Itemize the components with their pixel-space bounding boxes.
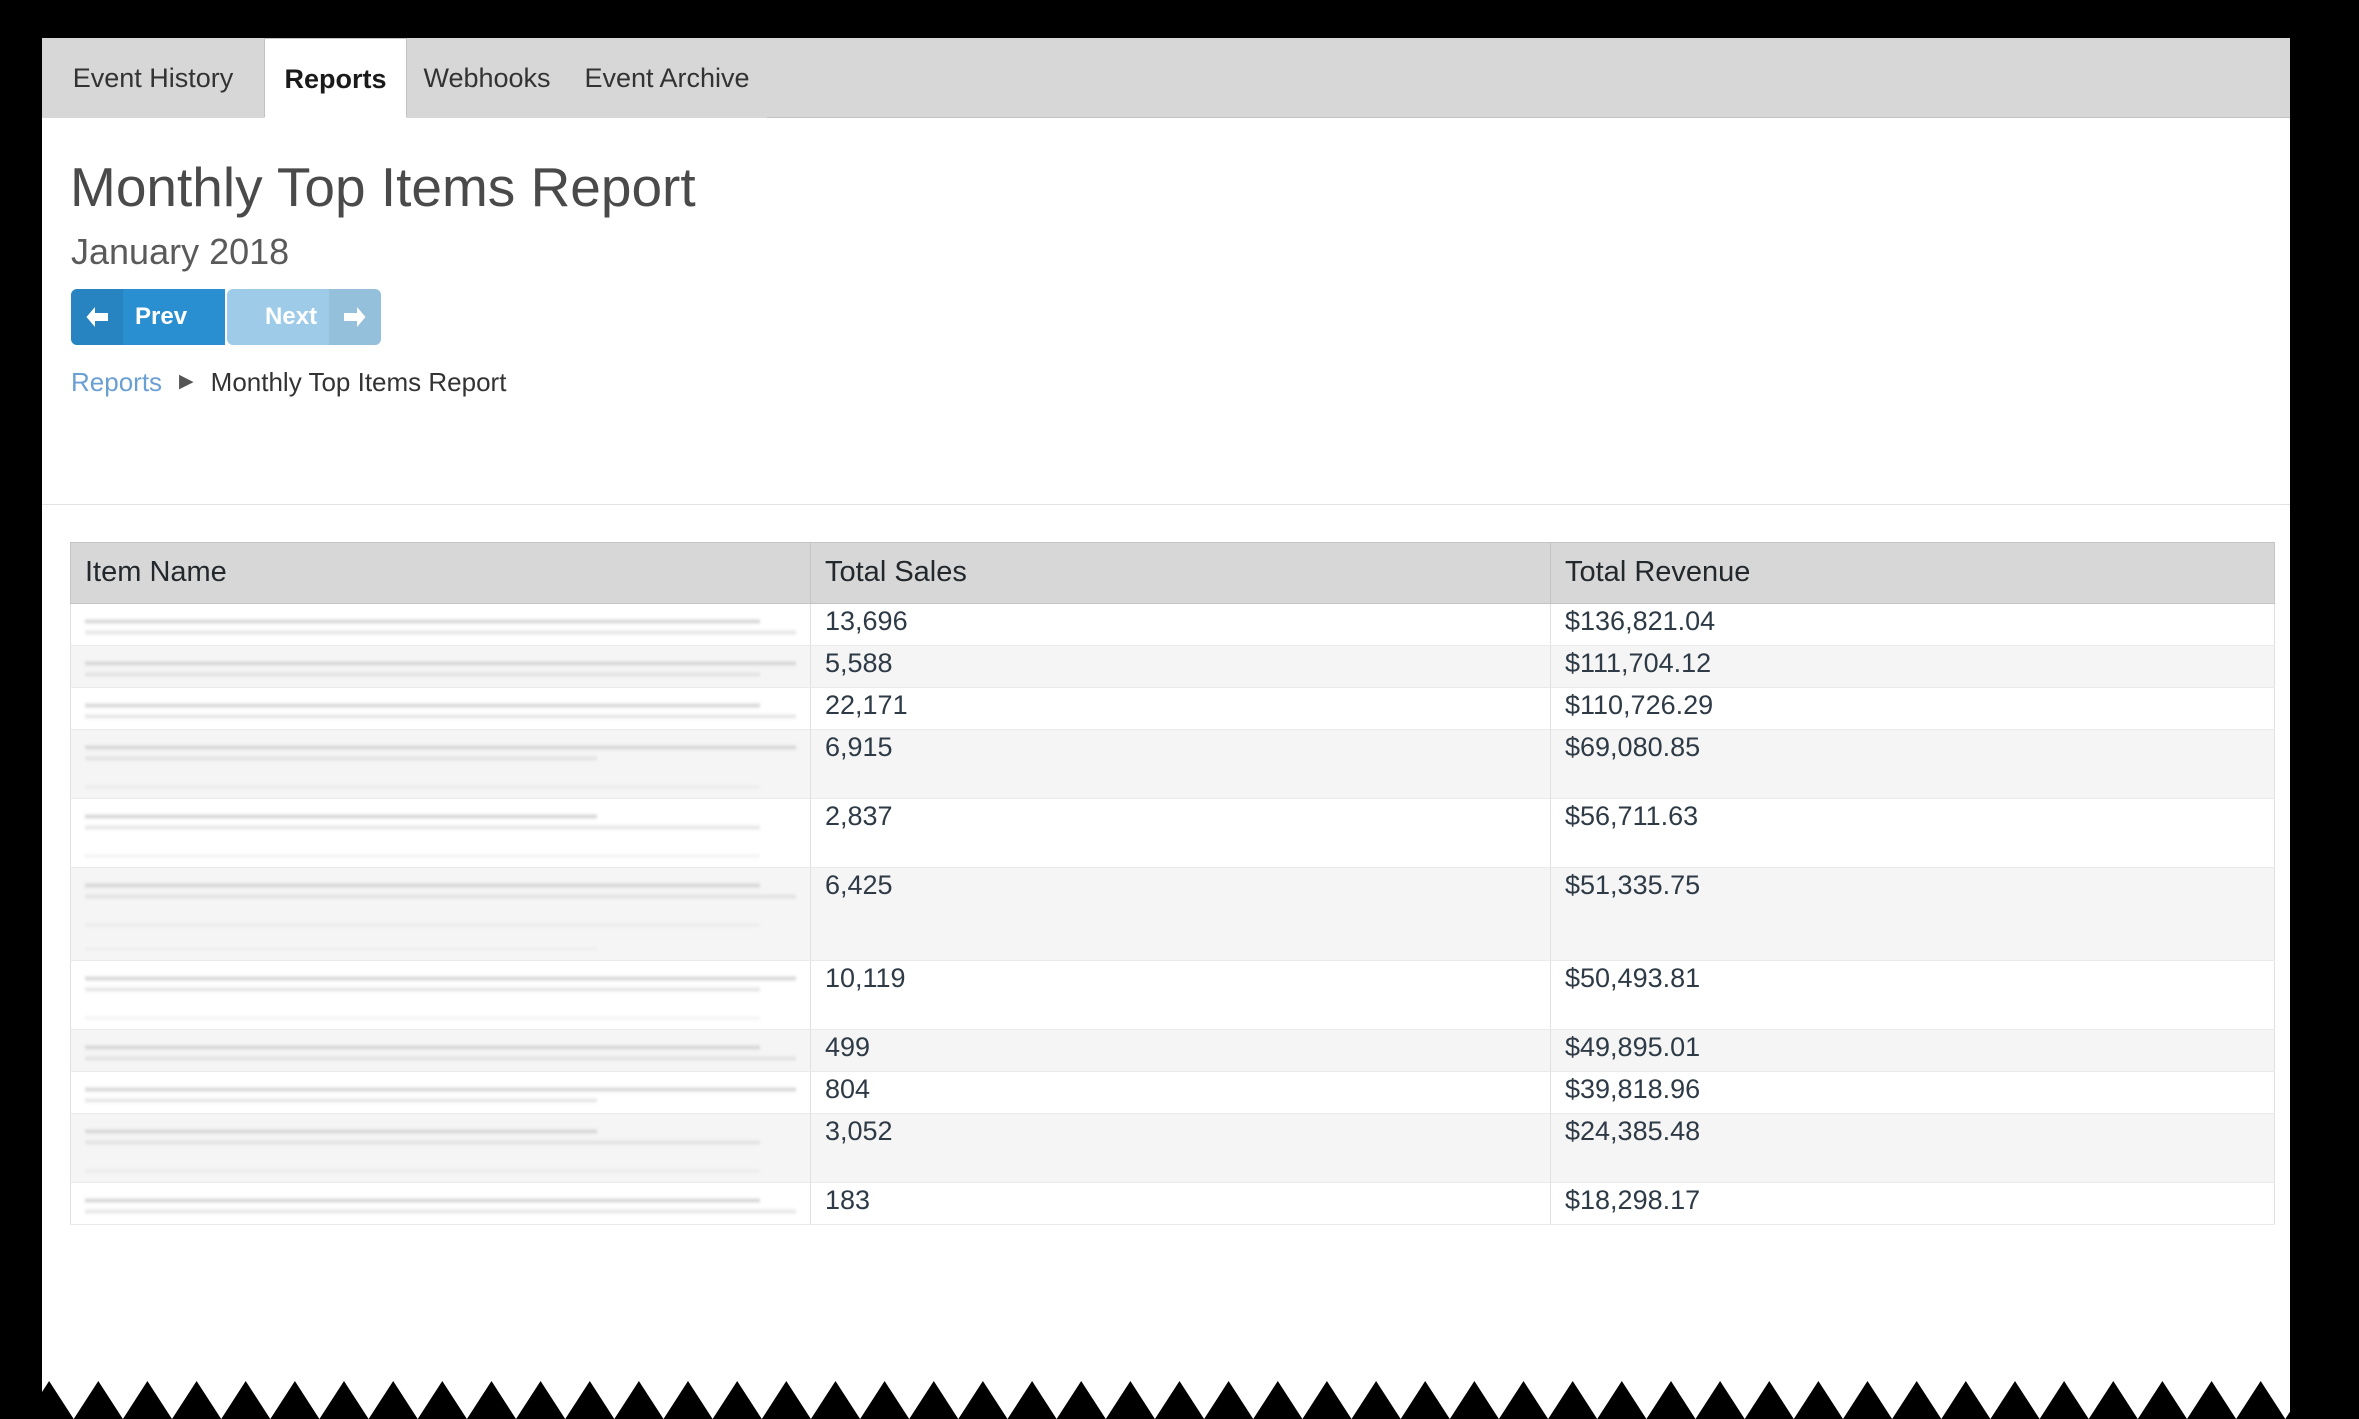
redacted-item-name (85, 744, 796, 790)
cell-item-name (70, 1182, 811, 1225)
screenshot-root: Event History Reports Webhooks Event Archiv… (0, 0, 2359, 1419)
cell-total-sales: 6,915 (810, 729, 1551, 799)
table-row[interactable]: 6,425 $51,335.75 (70, 867, 2275, 961)
prev-button-label: Prev (135, 303, 188, 330)
redacted-item-name (85, 702, 796, 720)
table-head: Item Name Total Sales Total Revenue (70, 542, 2275, 604)
tab-label: Event Archive (584, 63, 750, 93)
report-header: Monthly Top Items Report January 2018 Pr… (42, 119, 2290, 505)
column-header-total-sales[interactable]: Total Sales (810, 542, 1551, 604)
pagination-controls: Prev Next (71, 289, 382, 345)
tab-reports[interactable]: Reports (264, 38, 407, 118)
next-button-label: Next (265, 303, 318, 330)
cell-total-revenue: $18,298.17 (1550, 1182, 2275, 1225)
cell-total-revenue: $69,080.85 (1550, 729, 2275, 799)
cell-total-revenue: $56,711.63 (1550, 798, 2275, 868)
redacted-item-name (85, 1086, 796, 1104)
tab-event-history[interactable]: Event History (42, 38, 264, 118)
cell-item-name (70, 729, 811, 799)
table-row[interactable]: 10,119 $50,493.81 (70, 960, 2275, 1030)
breadcrumb-current: Monthly Top Items Report (210, 367, 507, 397)
cell-total-sales: 10,119 (810, 960, 1551, 1030)
cell-total-revenue: $111,704.12 (1550, 645, 2275, 688)
column-header-item-name[interactable]: Item Name (70, 542, 811, 604)
cell-total-revenue: $110,726.29 (1550, 687, 2275, 730)
breadcrumb-separator-icon: ▶ (179, 371, 194, 392)
redacted-item-name (85, 813, 796, 859)
cell-item-name (70, 867, 811, 961)
cell-total-sales: 3,052 (810, 1113, 1551, 1183)
tab-label: Reports (284, 64, 387, 94)
tab-event-archive[interactable]: Event Archive (567, 38, 767, 118)
cell-item-name (70, 798, 811, 868)
cell-item-name (70, 1113, 811, 1183)
cell-item-name (70, 1029, 811, 1072)
report-table: Item Name Total Sales Total Revenue 13,6… (70, 542, 2275, 1225)
tab-webhooks[interactable]: Webhooks (407, 38, 567, 118)
table-row[interactable]: 499 $49,895.01 (70, 1029, 2275, 1072)
redacted-item-name (85, 660, 796, 678)
next-button[interactable]: Next (227, 289, 382, 345)
redacted-item-name (85, 882, 796, 952)
page-title: Monthly Top Items Report (70, 156, 696, 218)
cell-total-sales: 183 (810, 1182, 1551, 1225)
prev-button[interactable]: Prev (71, 289, 226, 345)
column-header-total-revenue[interactable]: Total Revenue (1550, 542, 2275, 604)
cell-total-revenue: $50,493.81 (1550, 960, 2275, 1030)
table-row[interactable]: 804 $39,818.96 (70, 1071, 2275, 1114)
table-row[interactable]: 13,696 $136,821.04 (70, 603, 2275, 646)
table-row[interactable]: 6,915 $69,080.85 (70, 729, 2275, 799)
cell-item-name (70, 1071, 811, 1114)
cell-item-name (70, 960, 811, 1030)
cell-total-sales: 2,837 (810, 798, 1551, 868)
cell-total-sales: 22,171 (810, 687, 1551, 730)
cell-total-sales: 6,425 (810, 867, 1551, 961)
cell-total-revenue: $136,821.04 (1550, 603, 2275, 646)
cell-total-revenue: $51,335.75 (1550, 867, 2275, 961)
browser-page: Event History Reports Webhooks Event Archiv… (42, 38, 2290, 1419)
cell-item-name (70, 645, 811, 688)
cell-total-revenue: $39,818.96 (1550, 1071, 2275, 1114)
redacted-item-name (85, 1044, 796, 1062)
breadcrumb: Reports ▶ Monthly Top Items Report (71, 367, 506, 398)
redacted-item-name (85, 1197, 796, 1215)
redacted-item-name (85, 618, 796, 636)
cell-total-revenue: $49,895.01 (1550, 1029, 2275, 1072)
table-row[interactable]: 5,588 $111,704.12 (70, 645, 2275, 688)
tab-label: Webhooks (423, 63, 551, 93)
table-row[interactable]: 3,052 $24,385.48 (70, 1113, 2275, 1183)
cell-item-name (70, 687, 811, 730)
redacted-item-name (85, 1128, 796, 1174)
cell-total-revenue: $24,385.48 (1550, 1113, 2275, 1183)
header-divider (42, 504, 2290, 505)
cell-total-sales: 13,696 (810, 603, 1551, 646)
table-row[interactable]: 22,171 $110,726.29 (70, 687, 2275, 730)
cell-total-sales: 499 (810, 1029, 1551, 1072)
page-subtitle: January 2018 (71, 231, 290, 272)
table-row[interactable]: 2,837 $56,711.63 (70, 798, 2275, 868)
redacted-item-name (85, 975, 796, 1021)
cell-total-sales: 5,588 (810, 645, 1551, 688)
tab-label: Event History (72, 63, 234, 93)
table-body: 13,696 $136,821.04 5,588 $111,704.12 22,171 $… (70, 603, 2275, 1225)
cell-item-name (70, 603, 811, 646)
table-header-row: Item Name Total Sales Total Revenue (70, 542, 2275, 604)
arrow-right-icon (329, 289, 382, 345)
breadcrumb-reports-link[interactable]: Reports (71, 367, 162, 398)
arrow-left-icon (71, 289, 123, 345)
table-row[interactable]: 183 $18,298.17 (70, 1182, 2275, 1225)
tab-bar: Event History Reports Webhooks Event Archiv… (42, 38, 2290, 118)
report-table-container: Item Name Total Sales Total Revenue 13,6… (70, 542, 2275, 1225)
cell-total-sales: 804 (810, 1071, 1551, 1114)
